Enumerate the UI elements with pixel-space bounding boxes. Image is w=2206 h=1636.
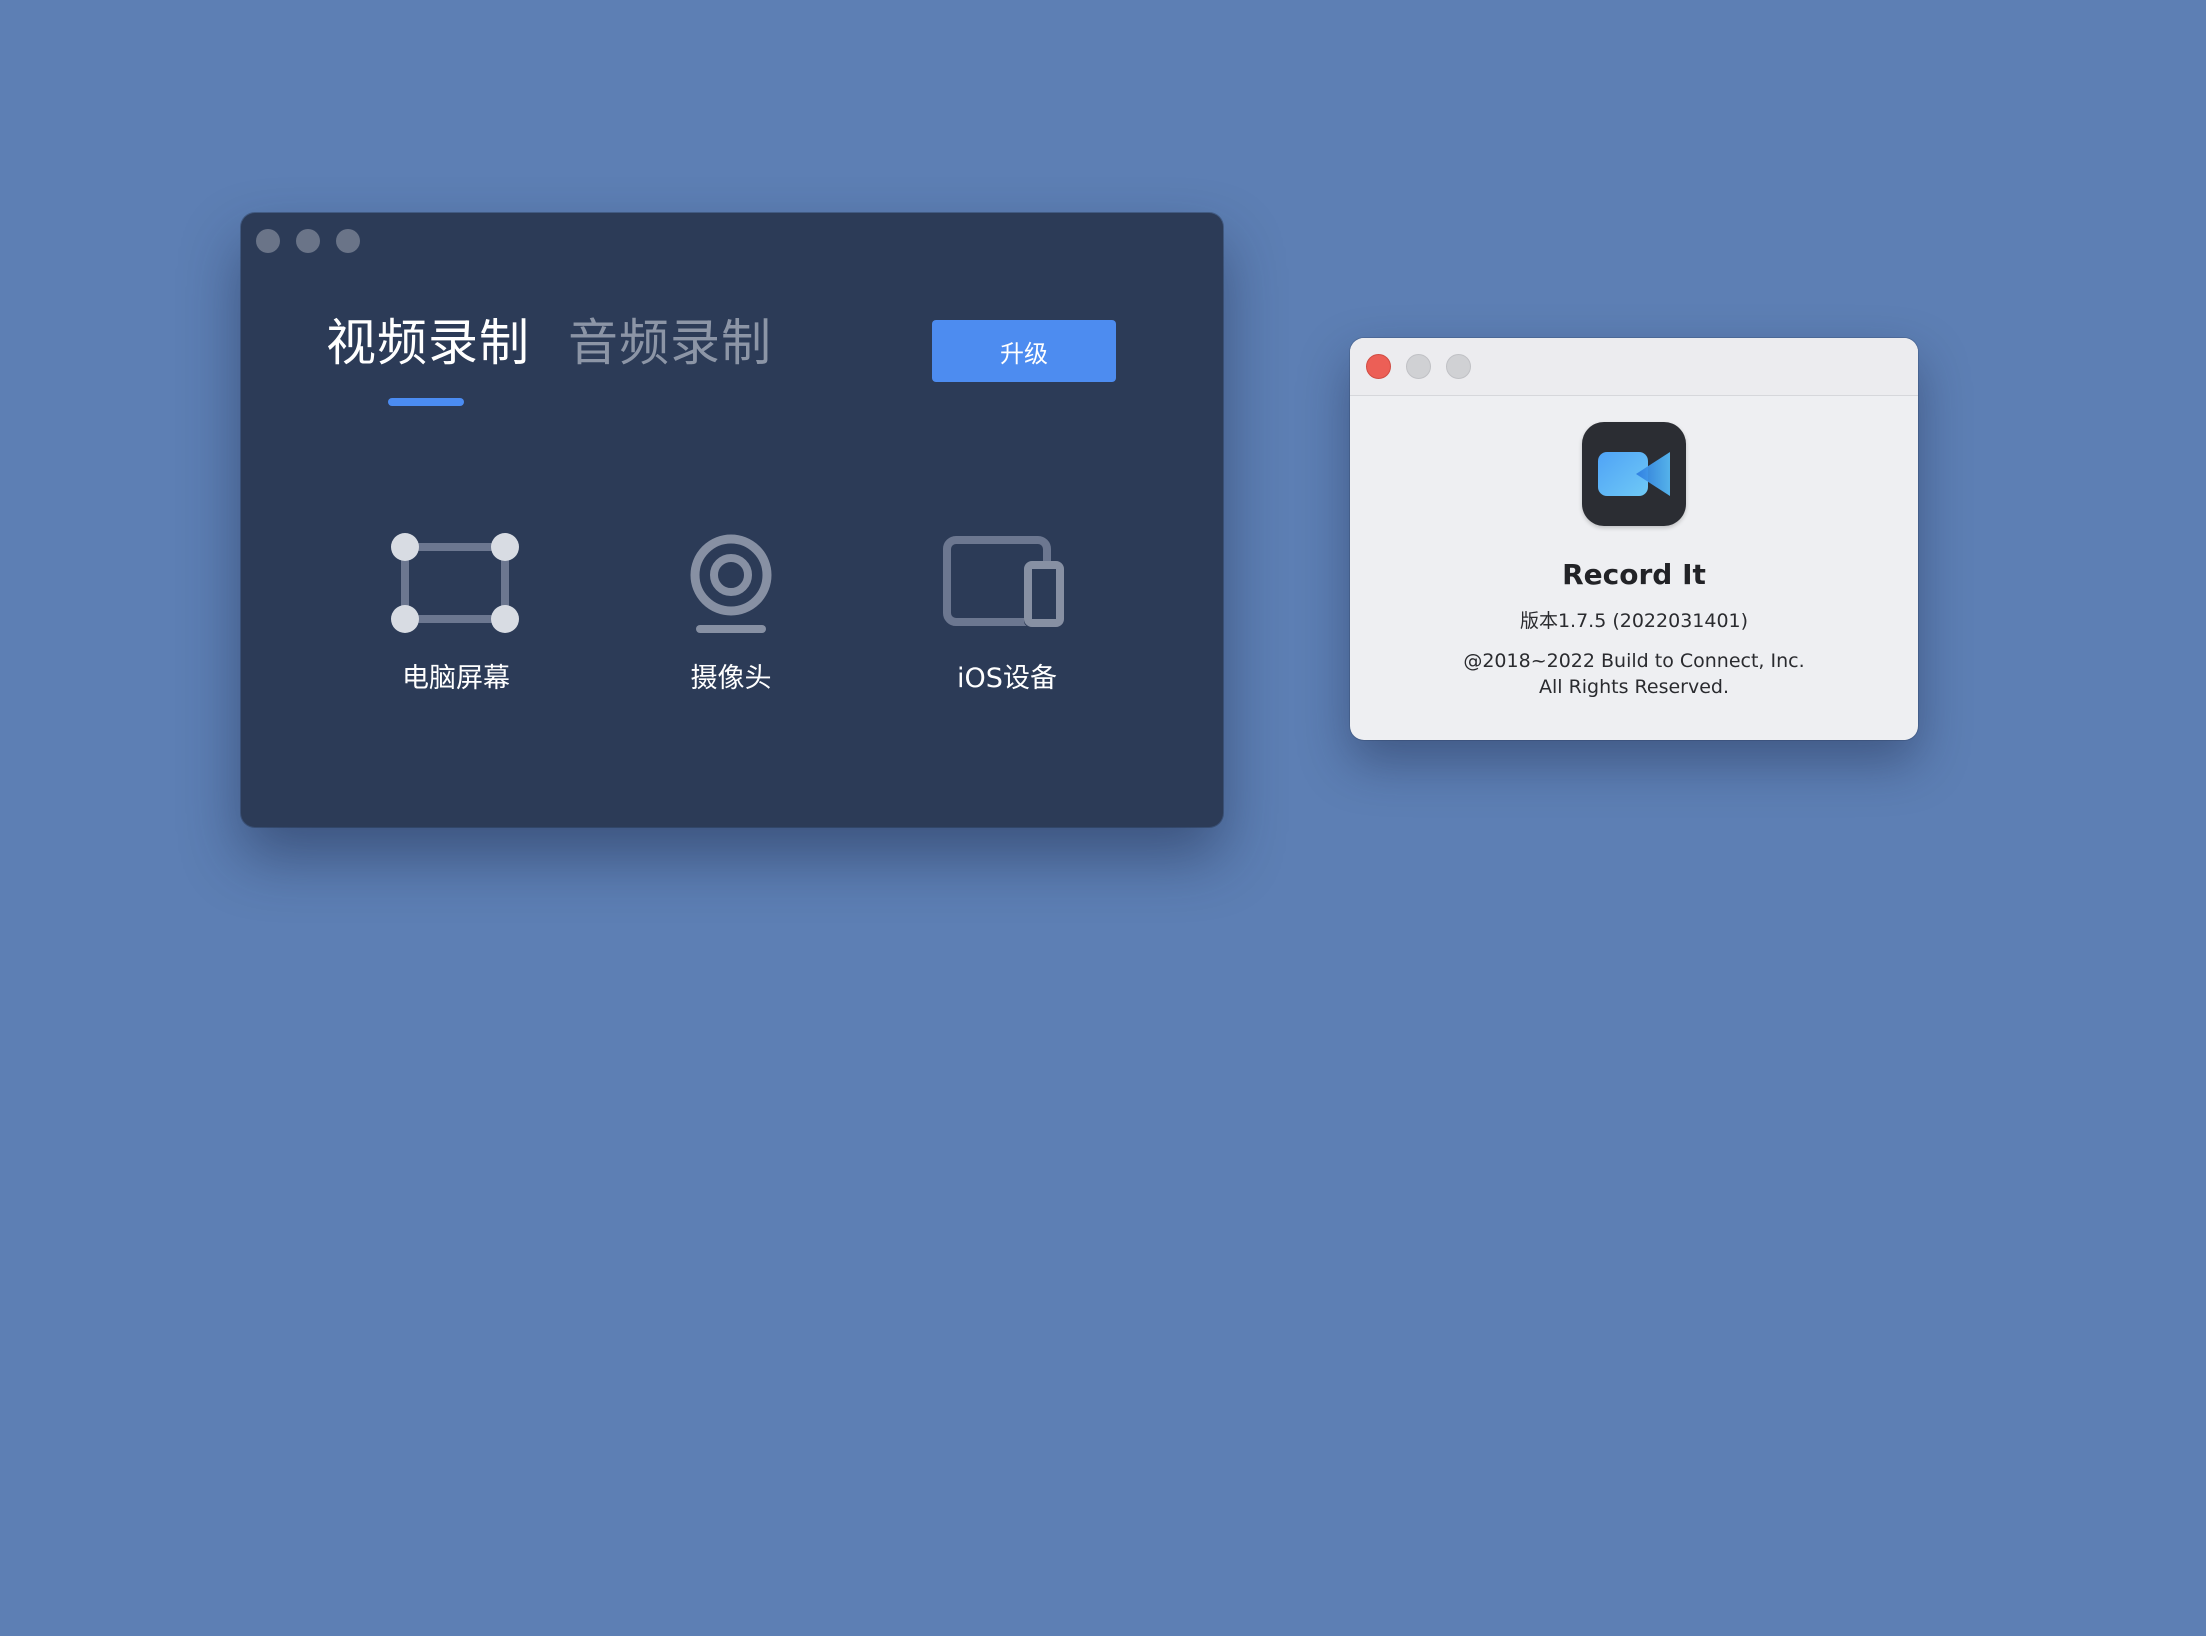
app-copyright: @2018~2022 Build to Connect, Inc. All Ri…	[1350, 648, 1918, 700]
ios-device-icon	[942, 533, 1072, 637]
zoom-button[interactable]	[336, 229, 360, 253]
video-camera-icon	[1582, 422, 1686, 526]
recording-tabs: 视频录制 音频录制	[326, 318, 772, 368]
about-window-controls	[1366, 354, 1471, 379]
about-close-button[interactable]	[1366, 354, 1391, 379]
copyright-line-1: @2018~2022 Build to Connect, Inc.	[1463, 650, 1805, 672]
upgrade-button[interactable]: 升级	[932, 320, 1116, 382]
copyright-line-2: All Rights Reserved.	[1538, 676, 1730, 698]
source-screen-label: 电脑屏幕	[402, 663, 510, 694]
source-webcam[interactable]: 摄像头	[621, 533, 841, 692]
source-ios-device[interactable]: iOS设备	[897, 533, 1117, 692]
close-button[interactable]	[256, 229, 280, 253]
about-titlebar	[1350, 338, 1918, 396]
window-controls	[256, 229, 360, 253]
about-minimize-button	[1406, 354, 1431, 379]
active-tab-indicator	[388, 398, 464, 406]
tab-video-recording[interactable]: 视频录制	[326, 318, 530, 368]
screen-capture-icon	[391, 533, 521, 637]
source-ios-device-label: iOS设备	[957, 663, 1057, 694]
source-webcam-label: 摄像头	[690, 663, 772, 694]
app-name: Record It	[1562, 558, 1706, 591]
tab-audio-recording[interactable]: 音频录制	[568, 318, 772, 368]
app-version: 版本1.7.5 (2022031401)	[1519, 610, 1749, 632]
webcam-icon	[686, 533, 776, 637]
about-zoom-button	[1446, 354, 1471, 379]
source-screen[interactable]: 电脑屏幕	[346, 533, 566, 692]
recorder-window: 视频录制 音频录制 升级 电脑屏幕 摄像头 iOS设备	[241, 213, 1223, 827]
minimize-button[interactable]	[296, 229, 320, 253]
about-window: Record It 版本1.7.5 (2022031401) @2018~202…	[1350, 338, 1918, 740]
